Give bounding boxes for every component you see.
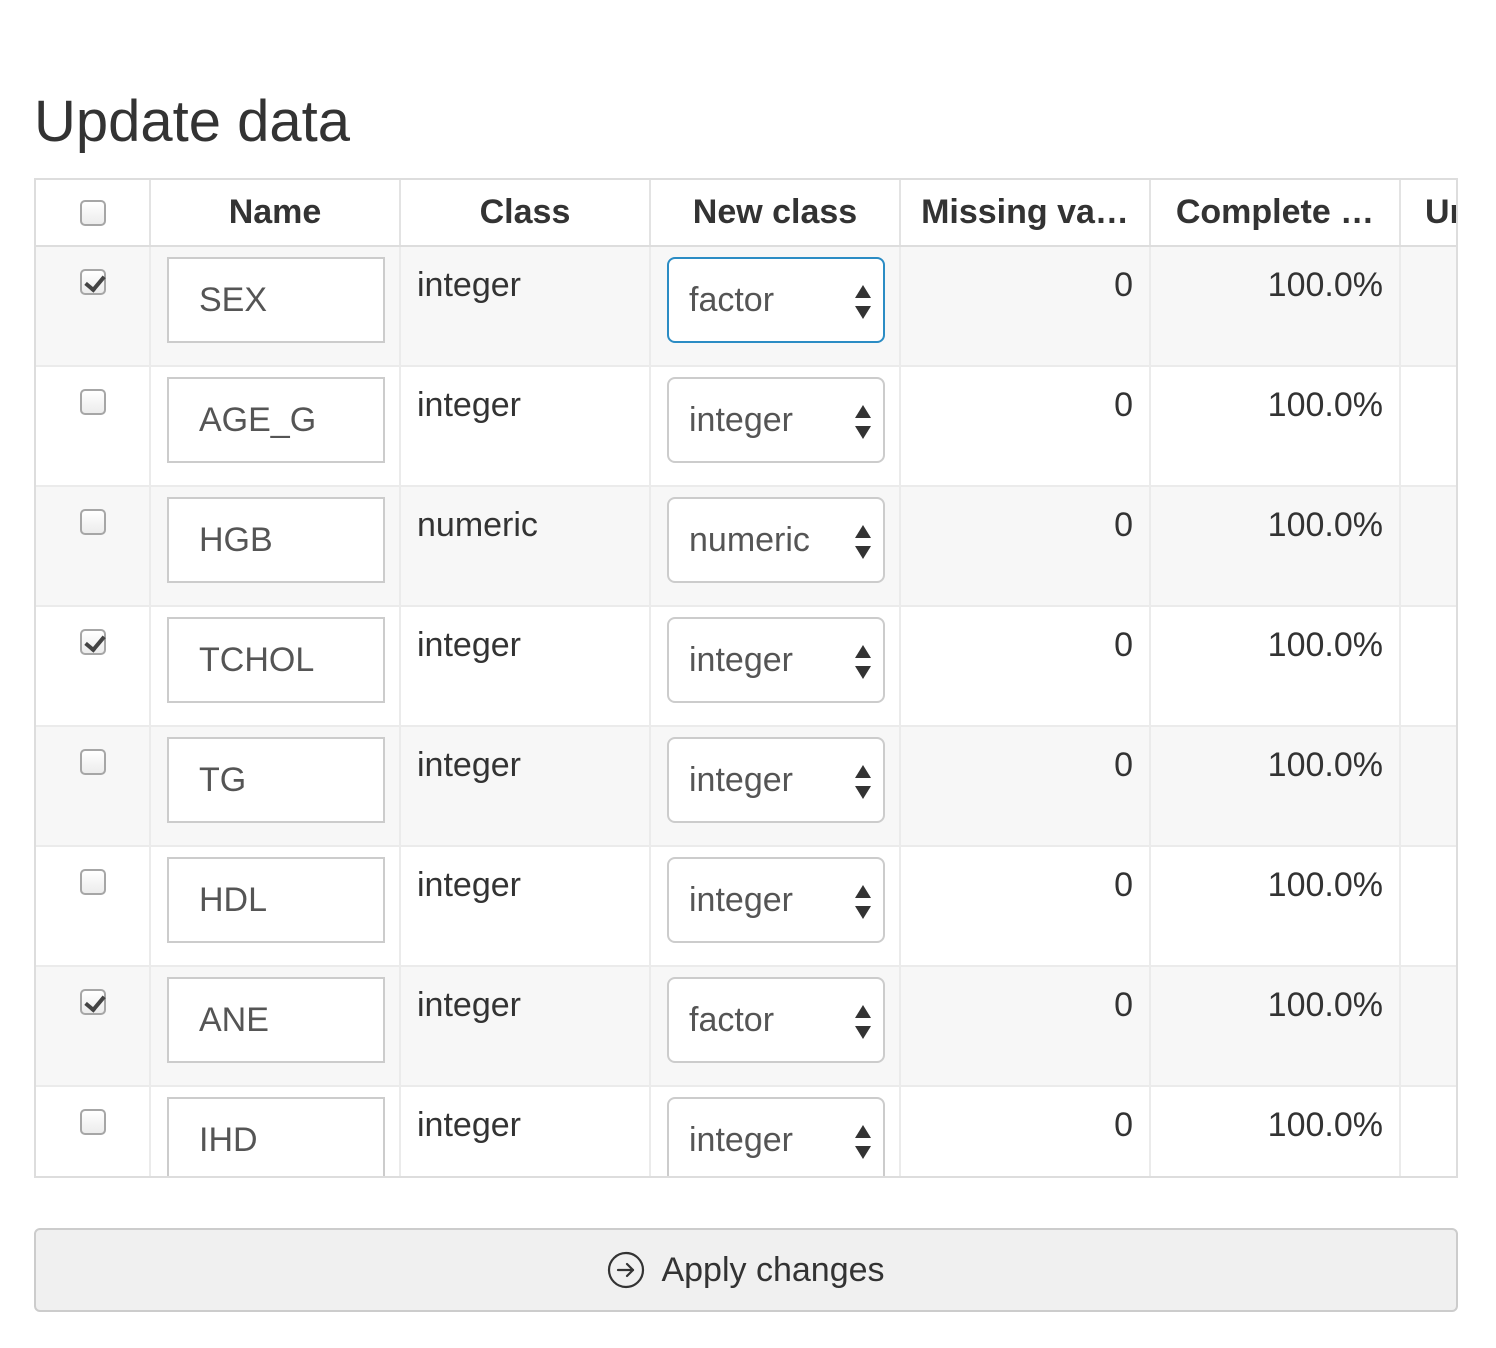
- apply-changes-label: Apply changes: [661, 1250, 885, 1289]
- current-class: integer: [417, 746, 521, 784]
- header-row: Name Class New class Missing va… Complet…: [36, 180, 1456, 247]
- missing-values-count: 0: [1114, 266, 1133, 304]
- new-class-value: numeric: [689, 521, 810, 559]
- current-class: integer: [417, 1106, 521, 1144]
- row-select-checkbox[interactable]: [79, 269, 106, 295]
- apply-changes-button[interactable]: Apply changes: [34, 1228, 1458, 1312]
- variables-table: Name Class New class Missing va… Complet…: [36, 180, 1456, 1176]
- select-arrows-icon: [855, 525, 871, 559]
- arrow-circle-right-icon: [608, 1251, 645, 1289]
- new-class-value: integer: [689, 881, 793, 919]
- header-missing-values[interactable]: Missing va…: [900, 180, 1151, 247]
- table-row: IHD integer integer 0 100.0%: [36, 1086, 1456, 1176]
- select-arrows-icon: [855, 1125, 871, 1159]
- new-class-value: integer: [689, 761, 793, 799]
- current-class: numeric: [417, 506, 538, 544]
- variable-name-input[interactable]: AGE_G: [167, 377, 385, 463]
- new-class-select[interactable]: integer: [667, 857, 885, 943]
- new-class-value: integer: [689, 1121, 793, 1159]
- header-name[interactable]: Name: [150, 180, 401, 247]
- row-select-checkbox[interactable]: [79, 629, 106, 655]
- page-title: Update data: [34, 89, 351, 154]
- variable-name-input[interactable]: IHD: [167, 1097, 385, 1176]
- table-row: AGE_G integer integer 0 100.0%: [36, 366, 1456, 487]
- header-unique[interactable]: Un: [1400, 180, 1456, 247]
- header-class[interactable]: Class: [400, 180, 651, 247]
- variable-name-input[interactable]: SEX: [167, 257, 385, 343]
- select-arrows-icon: [855, 405, 871, 439]
- new-class-select[interactable]: integer: [667, 1097, 885, 1176]
- complete-percent: 100.0%: [1267, 746, 1383, 784]
- new-class-select[interactable]: numeric: [667, 497, 885, 583]
- current-class: integer: [417, 386, 521, 424]
- table-row: SEX integer factor 0 100.0%: [36, 246, 1456, 367]
- new-class-select[interactable]: factor: [667, 977, 885, 1063]
- current-class: integer: [417, 626, 521, 664]
- header-select-all[interactable]: [36, 180, 151, 247]
- table-row: HDL integer integer 0 100.0%: [36, 846, 1456, 967]
- missing-values-count: 0: [1114, 866, 1133, 904]
- row-select-checkbox[interactable]: [79, 509, 106, 535]
- complete-percent: 100.0%: [1267, 1106, 1383, 1144]
- table-row: ANE integer factor 0 100.0%: [36, 966, 1456, 1087]
- missing-values-count: 0: [1114, 386, 1133, 424]
- new-class-value: factor: [689, 1001, 775, 1039]
- table-row: TG integer integer 0 100.0%: [36, 726, 1456, 847]
- complete-percent: 100.0%: [1267, 386, 1383, 424]
- row-select-checkbox[interactable]: [79, 389, 106, 415]
- row-select-checkbox[interactable]: [79, 1109, 106, 1135]
- select-arrows-icon: [855, 645, 871, 679]
- missing-values-count: 0: [1114, 1106, 1133, 1144]
- variable-name-input[interactable]: HGB: [167, 497, 385, 583]
- current-class: integer: [417, 866, 521, 904]
- select-arrows-icon: [855, 765, 871, 799]
- variable-name-input[interactable]: TG: [167, 737, 385, 823]
- row-select-checkbox[interactable]: [79, 989, 106, 1015]
- complete-percent: 100.0%: [1267, 866, 1383, 904]
- current-class: integer: [417, 986, 521, 1024]
- table-row: HGB numeric numeric 0 100.0%: [36, 486, 1456, 607]
- variable-name-input[interactable]: TCHOL: [167, 617, 385, 703]
- new-class-select[interactable]: integer: [667, 617, 885, 703]
- new-class-value: factor: [689, 281, 775, 319]
- new-class-select[interactable]: factor: [667, 257, 885, 343]
- new-class-select[interactable]: integer: [667, 377, 885, 463]
- table-row: TCHOL integer integer 0 100.0%: [36, 606, 1456, 727]
- data-grid: Name Class New class Missing va… Complet…: [34, 178, 1458, 1178]
- new-class-select[interactable]: integer: [667, 737, 885, 823]
- select-arrows-icon: [855, 885, 871, 919]
- row-select-checkbox[interactable]: [79, 749, 106, 775]
- select-arrows-icon: [855, 285, 871, 319]
- variable-name-input[interactable]: ANE: [167, 977, 385, 1063]
- header-complete[interactable]: Complete …: [1150, 180, 1401, 247]
- new-class-value: integer: [689, 641, 793, 679]
- missing-values-count: 0: [1114, 506, 1133, 544]
- select-all-checkbox[interactable]: [79, 199, 106, 226]
- variable-name-input[interactable]: HDL: [167, 857, 385, 943]
- row-select-checkbox[interactable]: [79, 869, 106, 895]
- missing-values-count: 0: [1114, 986, 1133, 1024]
- missing-values-count: 0: [1114, 746, 1133, 784]
- select-arrows-icon: [855, 1005, 871, 1039]
- new-class-value: integer: [689, 401, 793, 439]
- complete-percent: 100.0%: [1267, 506, 1383, 544]
- complete-percent: 100.0%: [1267, 626, 1383, 664]
- complete-percent: 100.0%: [1267, 986, 1383, 1024]
- missing-values-count: 0: [1114, 626, 1133, 664]
- current-class: integer: [417, 266, 521, 304]
- header-new-class[interactable]: New class: [650, 180, 901, 247]
- complete-percent: 100.0%: [1267, 266, 1383, 304]
